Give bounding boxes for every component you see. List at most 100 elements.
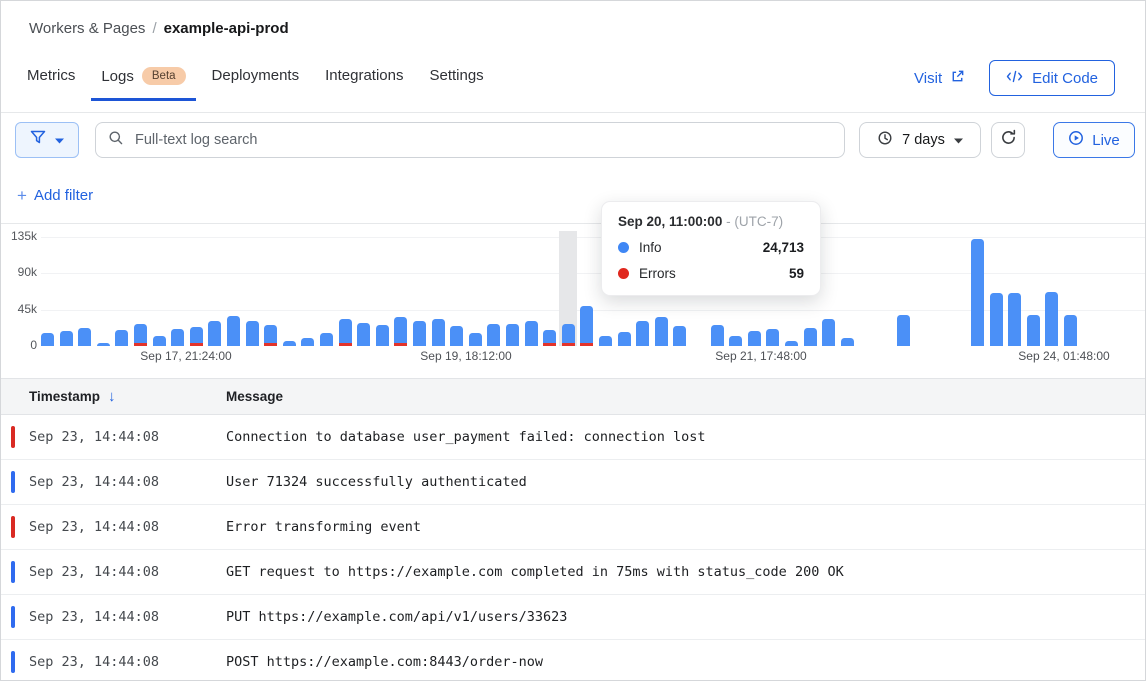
log-volume-bar[interactable]	[78, 328, 91, 346]
tooltip-row: Info24,713	[618, 240, 804, 255]
tab-label: Integrations	[325, 67, 403, 84]
tooltip-series-label: Errors	[639, 266, 779, 281]
log-volume-bar[interactable]	[506, 324, 519, 346]
x-axis-tick-label: Sep 19, 18:12:00	[420, 349, 511, 363]
log-volume-bar[interactable]	[60, 331, 73, 346]
beta-badge: Beta	[142, 67, 186, 85]
breadcrumb-section[interactable]: Workers & Pages	[29, 20, 145, 37]
log-volume-bar[interactable]	[1045, 292, 1058, 346]
time-range-dropdown[interactable]: 7 days	[859, 122, 981, 158]
edit-code-button[interactable]: Edit Code	[989, 60, 1115, 96]
tab-metrics[interactable]: Metrics	[17, 63, 85, 97]
log-volume-bar[interactable]	[115, 330, 128, 346]
log-volume-bar[interactable]	[153, 336, 166, 346]
refresh-icon	[1000, 129, 1017, 151]
log-timestamp: Sep 23, 14:44:08	[29, 609, 226, 625]
tab-deployments[interactable]: Deployments	[202, 63, 310, 97]
tooltip-time: Sep 20, 11:00:00	[618, 214, 722, 229]
tab-logs[interactable]: LogsBeta	[91, 63, 195, 101]
log-volume-bar[interactable]	[655, 317, 668, 346]
log-volume-bar[interactable]	[1008, 293, 1021, 346]
play-circle-icon	[1068, 130, 1084, 150]
log-volume-bar[interactable]	[636, 321, 649, 346]
external-link-icon	[950, 69, 965, 88]
log-volume-bar[interactable]	[134, 324, 147, 346]
log-volume-bar[interactable]	[413, 321, 426, 346]
refresh-button[interactable]	[991, 122, 1025, 158]
log-volume-bar[interactable]	[822, 319, 835, 346]
log-volume-bar[interactable]	[897, 315, 910, 346]
error-bar-segment	[543, 343, 556, 346]
log-volume-bar[interactable]	[339, 319, 352, 346]
search-input[interactable]	[133, 131, 832, 149]
log-volume-bar[interactable]	[357, 323, 370, 346]
log-message: PUT https://example.com/api/v1/users/336…	[226, 609, 567, 625]
visit-link[interactable]: Visit	[914, 69, 965, 88]
log-volume-bar[interactable]	[766, 329, 779, 346]
tab-settings[interactable]: Settings	[419, 63, 493, 97]
log-volume-bar[interactable]	[227, 316, 240, 346]
log-volume-bar[interactable]	[487, 324, 500, 346]
log-row[interactable]: Sep 23, 14:44:08PUT https://example.com/…	[1, 595, 1146, 640]
log-volume-bar[interactable]	[1064, 315, 1077, 346]
log-volume-bar[interactable]	[1027, 315, 1040, 346]
log-row[interactable]: Sep 23, 14:44:08Error transforming event	[1, 505, 1146, 550]
column-header-timestamp[interactable]: Timestamp ↓	[29, 388, 116, 405]
chart-tooltip: Sep 20, 11:00:00 - (UTC-7) Info24,713 Err…	[601, 201, 821, 296]
log-volume-bar[interactable]	[190, 327, 203, 346]
search-icon	[108, 130, 124, 151]
timestamp-column-label: Timestamp	[29, 389, 100, 404]
log-volume-bar[interactable]	[711, 325, 724, 346]
log-volume-bar[interactable]	[580, 306, 593, 346]
error-bar-segment	[264, 343, 277, 346]
log-volume-bar[interactable]	[376, 325, 389, 346]
log-volume-bar[interactable]	[469, 333, 482, 346]
log-volume-bar[interactable]	[785, 341, 798, 346]
error-bar-segment	[562, 343, 575, 346]
live-label: Live	[1092, 132, 1120, 149]
log-volume-bar[interactable]	[171, 329, 184, 346]
tab-label: Deployments	[212, 67, 300, 84]
log-volume-bar[interactable]	[208, 321, 221, 346]
log-volume-bar[interactable]	[97, 343, 110, 346]
x-axis-tick-label: Sep 21, 17:48:00	[715, 349, 806, 363]
log-volume-bar[interactable]	[562, 324, 575, 346]
log-volume-bar[interactable]	[264, 325, 277, 346]
tooltip-row: Errors59	[618, 266, 804, 281]
log-volume-bar[interactable]	[320, 333, 333, 346]
log-row[interactable]: Sep 23, 14:44:08User 71324 successfully …	[1, 460, 1146, 505]
filter-menu-button[interactable]	[15, 122, 79, 158]
log-volume-bar[interactable]	[283, 341, 296, 346]
log-row[interactable]: Sep 23, 14:44:08GET request to https://e…	[1, 550, 1146, 595]
log-volume-bar[interactable]	[394, 317, 407, 346]
log-volume-bar[interactable]	[301, 338, 314, 346]
log-volume-bar[interactable]	[543, 330, 556, 346]
log-volume-chart: 135k90k45k0Sep 17, 21:24:00Sep 19, 18:12…	[1, 223, 1146, 377]
info-series-dot	[618, 242, 629, 253]
severity-indicator-error	[11, 426, 15, 448]
log-volume-bar[interactable]	[450, 326, 463, 346]
log-volume-bar[interactable]	[525, 321, 538, 346]
add-filter-button[interactable]: + Add filter	[17, 187, 93, 204]
log-volume-bar[interactable]	[729, 336, 742, 346]
live-button[interactable]: Live	[1053, 122, 1135, 158]
log-volume-bar[interactable]	[748, 331, 761, 346]
tab-integrations[interactable]: Integrations	[315, 63, 413, 97]
chart-plot: 135k90k45k0Sep 17, 21:24:00Sep 19, 18:12…	[1, 223, 1146, 377]
log-volume-bar[interactable]	[599, 336, 612, 346]
log-row[interactable]: Sep 23, 14:44:08Connection to database u…	[1, 415, 1146, 460]
log-volume-bar[interactable]	[246, 321, 259, 346]
log-volume-bar[interactable]	[971, 239, 984, 346]
log-volume-bar[interactable]	[841, 338, 854, 346]
log-volume-bar[interactable]	[804, 328, 817, 346]
time-range-label: 7 days	[902, 132, 945, 148]
log-row[interactable]: Sep 23, 14:44:08POST https://example.com…	[1, 640, 1146, 681]
tooltip-timezone: - (UTC-7)	[726, 214, 783, 229]
log-volume-bar[interactable]	[990, 293, 1003, 346]
add-filter-label: Add filter	[34, 187, 93, 204]
log-volume-bar[interactable]	[618, 332, 631, 346]
log-volume-bar[interactable]	[432, 319, 445, 346]
log-message: User 71324 successfully authenticated	[226, 474, 527, 490]
log-volume-bar[interactable]	[41, 333, 54, 346]
log-volume-bar[interactable]	[673, 326, 686, 346]
